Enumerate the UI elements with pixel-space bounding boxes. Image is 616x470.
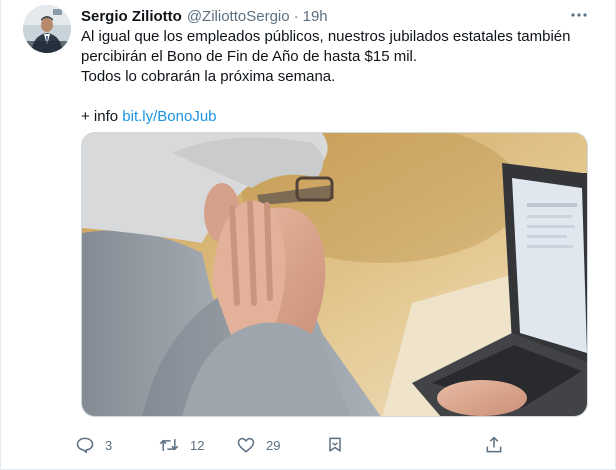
tweet-text-line: Al igual que los empleados públicos, nue…	[81, 28, 571, 45]
like-count: 29	[266, 437, 281, 453]
share-button[interactable]	[484, 433, 504, 457]
author-name[interactable]: Sergio Ziliotto	[81, 8, 182, 25]
heart-icon	[237, 437, 255, 453]
info-prefix: + info	[81, 108, 123, 125]
tweet-text: Al igual que los empleados públicos, nue…	[81, 27, 591, 127]
tweet-link[interactable]: bit.ly/BonoJub	[122, 108, 216, 125]
retweet-button[interactable]: 12	[158, 433, 204, 457]
reply-count: 3	[105, 437, 113, 453]
reply-button[interactable]: 3	[75, 433, 112, 457]
bookmark-button[interactable]	[325, 433, 345, 457]
like-button[interactable]: 29	[236, 433, 280, 457]
avatar[interactable]	[23, 5, 71, 53]
reply-icon	[76, 437, 94, 454]
author-handle[interactable]: @ZiliottoSergio	[187, 8, 290, 25]
tweet-media-image[interactable]	[81, 132, 588, 417]
retweet-icon	[159, 439, 179, 451]
tweet-time[interactable]: 19h	[303, 8, 328, 25]
info-line: + info bit.ly/BonoJub	[81, 107, 591, 127]
tweet-actions: 3 12 29	[75, 433, 515, 457]
tweet-header: Sergio Ziliotto @ZiliottoSergio · 19h	[81, 6, 328, 26]
share-icon	[486, 436, 502, 453]
tweet-card[interactable]: Sergio Ziliotto @ZiliottoSergio · 19h Al…	[0, 0, 616, 470]
avatar-image	[23, 5, 71, 53]
retweet-count: 12	[190, 437, 205, 453]
bookmark-icon	[329, 437, 341, 452]
separator-dot: ·	[293, 7, 299, 25]
tweet-text-line: percibirán el Bono de Fin de Año de hast…	[81, 48, 418, 65]
more-horizontal-icon[interactable]	[566, 7, 592, 23]
tweet-text-line: Todos lo cobrarán la próxima semana.	[81, 68, 336, 85]
